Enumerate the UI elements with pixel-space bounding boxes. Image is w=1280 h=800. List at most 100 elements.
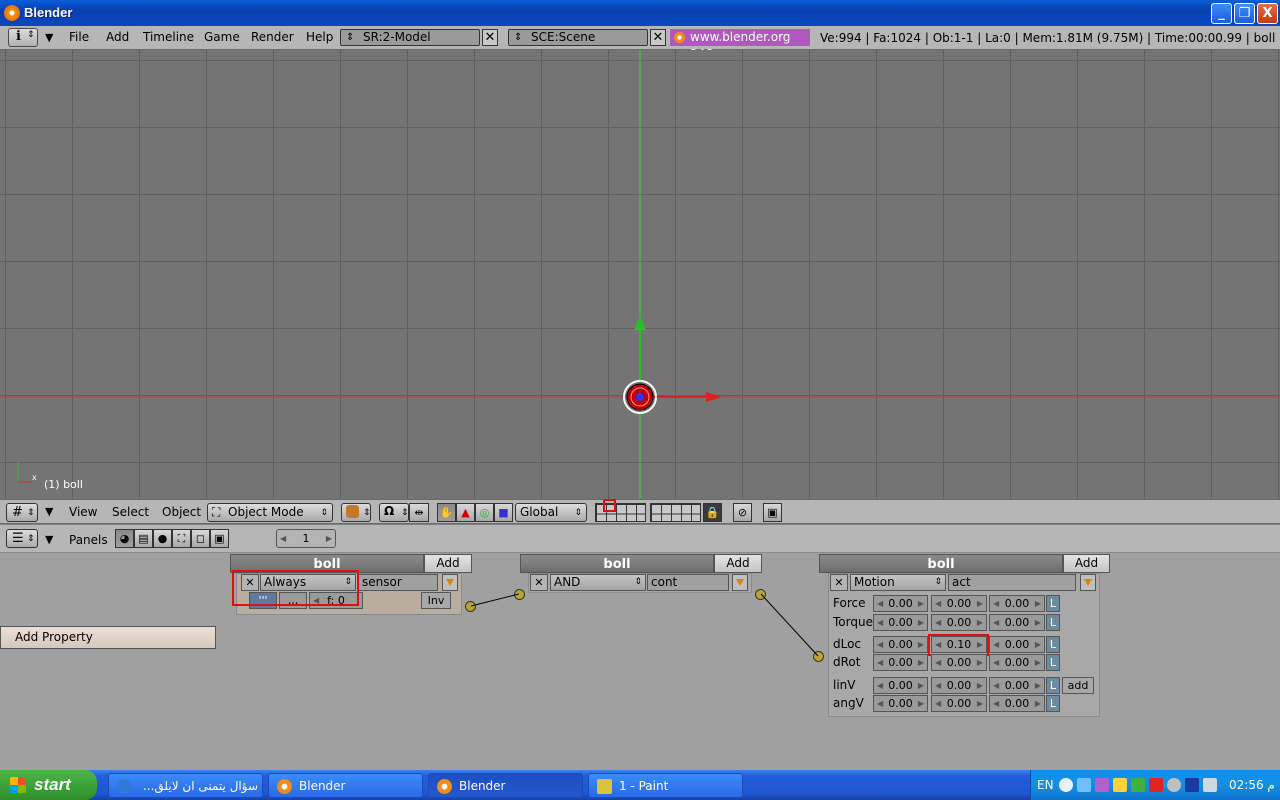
clock[interactable]: 02:56 م xyxy=(1229,778,1275,792)
force-x-field[interactable]: ◀ 0.00 ▶ xyxy=(873,595,928,612)
angv-local-toggle[interactable]: L xyxy=(1046,695,1060,712)
drot-y-field[interactable]: ◀ 0.00 ▶ xyxy=(931,654,987,671)
manipulator-center[interactable] xyxy=(636,393,644,401)
scale-manipulator-icon[interactable]: ■ xyxy=(494,503,513,522)
screen-selector[interactable]: ⇕ SR:2-Model xyxy=(340,29,480,46)
menu-timeline[interactable]: Timeline xyxy=(143,30,194,44)
angv-z-field[interactable]: ◀ 0.00 ▶ xyxy=(989,695,1045,712)
blender-url-button[interactable]: www.blender.org 246 xyxy=(670,29,810,61)
force-y-field[interactable]: ◀ 0.00 ▶ xyxy=(931,595,987,612)
controllers-object-header[interactable]: boll xyxy=(520,554,714,573)
manipulator-toggle-hand-icon[interactable]: ✋ xyxy=(437,503,456,522)
taskbar-item-blender-2[interactable]: Blender xyxy=(428,773,583,798)
dloc-local-toggle[interactable]: L xyxy=(1046,636,1060,653)
shading-context-icon[interactable]: ● xyxy=(153,529,172,548)
object-context-icon[interactable]: ⛶ xyxy=(172,529,191,548)
sensor-expand-icon[interactable] xyxy=(442,574,458,591)
tray-app-icon[interactable] xyxy=(1095,778,1109,792)
increment-arrow-icon[interactable]: ▶ xyxy=(326,530,332,547)
angv-y-field[interactable]: ◀ 0.00 ▶ xyxy=(931,695,987,712)
tray-monitor-icon[interactable] xyxy=(1185,778,1199,792)
torque-local-toggle[interactable]: L xyxy=(1046,614,1060,631)
network-icon[interactable] xyxy=(1077,778,1091,792)
orientation-selector[interactable]: Global ⇕ xyxy=(515,503,587,522)
lock-icon[interactable]: 🔒 xyxy=(703,503,722,522)
menu-game[interactable]: Game xyxy=(204,30,240,44)
taskbar-item-browser[interactable]: سؤال يتمنى ان لايلق... xyxy=(108,773,263,798)
panels-menu[interactable]: Panels xyxy=(69,533,108,547)
controller-type-menu[interactable]: AND ⇕ xyxy=(550,574,646,591)
editor-type-button[interactable]: # ⇕ xyxy=(6,503,38,522)
controller-expand-icon[interactable] xyxy=(732,574,748,591)
controller-name-field[interactable]: cont xyxy=(647,574,729,591)
linv-local-toggle[interactable]: L xyxy=(1046,677,1060,694)
actuators-object-header[interactable]: boll xyxy=(819,554,1063,573)
controller-input-connector[interactable] xyxy=(514,589,525,600)
force-local-toggle[interactable]: L xyxy=(1046,595,1060,612)
layers-grid-right[interactable] xyxy=(650,503,701,522)
actuator-name-field[interactable]: act xyxy=(948,574,1076,591)
taskbar-item-blender-1[interactable]: Blender xyxy=(268,773,423,798)
draw-type-selector[interactable]: ⇕ xyxy=(341,503,371,522)
torque-z-field[interactable]: ◀ 0.00 ▶ xyxy=(989,614,1045,631)
script-context-icon[interactable]: ▤ xyxy=(134,529,153,548)
linv-add-toggle[interactable]: add xyxy=(1062,677,1094,694)
maximize-button[interactable]: ❐ xyxy=(1234,3,1255,24)
scene-selector[interactable]: ⇕ SCE:Scene xyxy=(508,29,648,46)
tray-shield-icon[interactable] xyxy=(1131,778,1145,792)
menu-object[interactable]: Object xyxy=(162,505,201,519)
pivot-selector[interactable]: Ω ⇕ xyxy=(379,503,409,522)
frame-number-field[interactable]: ◀ 1 ▶ xyxy=(276,529,336,548)
align-icon[interactable]: ⇹ xyxy=(409,503,429,522)
delete-scene-button[interactable]: ✕ xyxy=(650,29,666,46)
antivirus-icon[interactable] xyxy=(1149,778,1163,792)
collapse-menu-triangle-icon[interactable]: ▼ xyxy=(45,505,53,518)
sensor-name-field[interactable]: sensor xyxy=(358,574,438,591)
render-view-icon[interactable]: ▣ xyxy=(763,503,782,522)
tray-arrow-icon[interactable] xyxy=(1059,778,1073,792)
drot-x-field[interactable]: ◀ 0.00 ▶ xyxy=(873,654,928,671)
logic-context-icon[interactable]: ◕ xyxy=(115,529,134,548)
delete-actuator-button[interactable]: ✕ xyxy=(830,574,848,591)
x-manipulator-arrow-icon[interactable] xyxy=(706,392,722,402)
linv-y-field[interactable]: ◀ 0.00 ▶ xyxy=(931,677,987,694)
editor-type-button[interactable]: i ⇕ xyxy=(8,28,38,47)
snap-icon[interactable]: ⊘ xyxy=(733,503,752,522)
y-manipulator-arrow-icon[interactable] xyxy=(634,315,646,330)
decrement-arrow-icon[interactable]: ◀ xyxy=(280,530,286,547)
linv-x-field[interactable]: ◀ 0.00 ▶ xyxy=(873,677,928,694)
dloc-x-field[interactable]: ◀ 0.00 ▶ xyxy=(873,636,928,653)
invert-button[interactable]: Inv xyxy=(421,592,451,609)
actuator-input-connector[interactable] xyxy=(813,651,824,662)
start-button[interactable]: start xyxy=(0,770,97,800)
menu-file[interactable]: File xyxy=(69,30,89,44)
delete-controller-button[interactable]: ✕ xyxy=(530,574,548,591)
menu-render[interactable]: Render xyxy=(251,30,294,44)
menu-view[interactable]: View xyxy=(69,505,97,519)
close-button[interactable]: X xyxy=(1257,3,1278,24)
menu-select[interactable]: Select xyxy=(112,505,149,519)
tray-disk-icon[interactable] xyxy=(1167,778,1181,792)
tray-folder-icon[interactable] xyxy=(1113,778,1127,792)
mode-selector[interactable]: ⛶ Object Mode ⇕ xyxy=(207,503,333,522)
language-indicator[interactable]: EN xyxy=(1037,778,1054,792)
editing-context-icon[interactable]: ◻ xyxy=(191,529,210,548)
scene-context-icon[interactable]: ▣ xyxy=(210,529,229,548)
volume-icon[interactable] xyxy=(1203,778,1217,792)
3d-viewport[interactable]: x (1) boll xyxy=(0,50,1280,499)
collapse-menu-triangle-icon[interactable]: ▼ xyxy=(45,31,53,44)
actuator-expand-icon[interactable] xyxy=(1080,574,1096,591)
angv-x-field[interactable]: ◀ 0.00 ▶ xyxy=(873,695,928,712)
controller-output-connector[interactable] xyxy=(755,589,766,600)
sensor-output-connector[interactable] xyxy=(465,601,476,612)
taskbar-item-paint[interactable]: 1 - Paint xyxy=(588,773,743,798)
dloc-z-field[interactable]: ◀ 0.00 ▶ xyxy=(989,636,1045,653)
rotate-manipulator-icon[interactable]: ◎ xyxy=(475,503,494,522)
window-titlebar[interactable]: Blender _ ❐ X xyxy=(0,0,1280,26)
linv-z-field[interactable]: ◀ 0.00 ▶ xyxy=(989,677,1045,694)
translate-manipulator-icon[interactable]: ▲ xyxy=(456,503,475,522)
editor-type-button[interactable]: ☰ ⇕ xyxy=(6,529,38,548)
delete-screen-button[interactable]: ✕ xyxy=(482,29,498,46)
add-controller-button[interactable]: Add xyxy=(714,554,762,573)
torque-y-field[interactable]: ◀ 0.00 ▶ xyxy=(931,614,987,631)
